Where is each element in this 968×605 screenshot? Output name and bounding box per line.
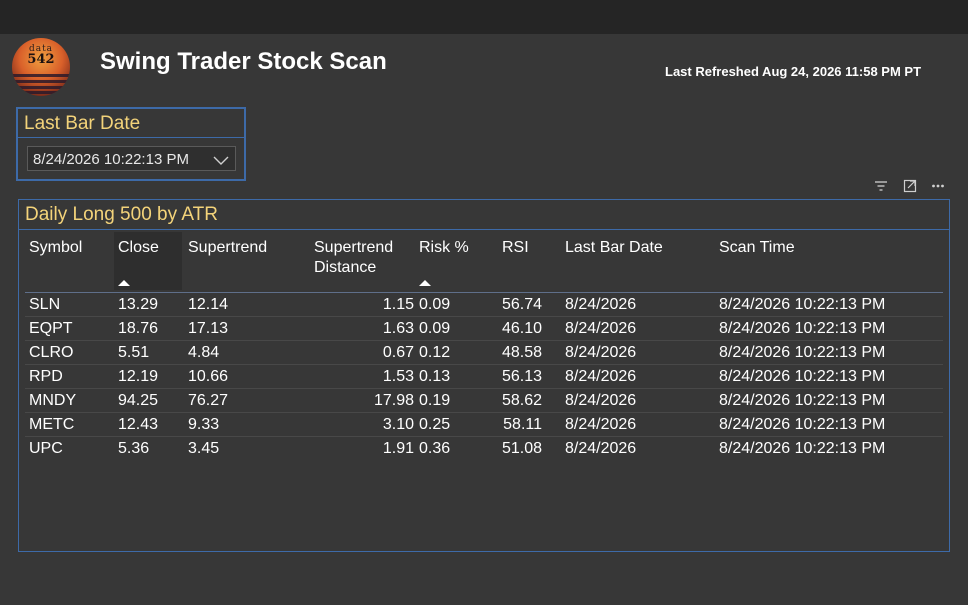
table-row: SLN 13.29 12.14 1.15 0.09 56.74 8/24/2026 8/24/… bbox=[25, 293, 943, 317]
page-title: Swing Trader Stock Scan bbox=[100, 48, 387, 75]
cell-close: 12.43 bbox=[118, 416, 159, 433]
cell-last-bar-date: 8/24/2026 bbox=[565, 296, 637, 313]
column-header-risk-percent[interactable]: Risk % bbox=[419, 238, 469, 258]
table-row: MNDY 94.25 76.27 17.98 0.19 58.62 8/24/2026 8/2… bbox=[25, 389, 943, 413]
visual-header-icons bbox=[874, 179, 946, 195]
cell-close: 18.76 bbox=[118, 320, 159, 337]
column-header-rsi[interactable]: RSI bbox=[502, 238, 529, 258]
cell-supertrend: 4.84 bbox=[188, 344, 220, 361]
table-row: UPC 5.36 3.45 1.91 0.36 51.08 8/24/2026 8/24/20… bbox=[25, 437, 943, 461]
cell-close: 13.29 bbox=[118, 296, 159, 313]
cell-rsi: 51.08 bbox=[501, 440, 542, 457]
data542-logo: data 542 bbox=[12, 38, 70, 96]
cell-supertrend: 12.14 bbox=[188, 296, 229, 313]
cell-close: 12.19 bbox=[118, 368, 159, 385]
column-header-symbol[interactable]: Symbol bbox=[29, 238, 82, 258]
cell-rsi: 46.10 bbox=[501, 320, 542, 337]
cell-supertrend: 17.13 bbox=[188, 320, 229, 337]
expand-icon[interactable] bbox=[903, 179, 917, 198]
column-header-scan-time[interactable]: Scan Time bbox=[719, 238, 795, 258]
cell-risk-percent: 0.09 bbox=[419, 320, 451, 337]
cell-symbol: SLN bbox=[29, 296, 61, 313]
cell-symbol: UPC bbox=[29, 440, 63, 457]
cell-rsi: 48.58 bbox=[501, 344, 542, 361]
table-row: CLRO 5.51 4.84 0.67 0.12 48.58 8/24/2026 8/24/2… bbox=[25, 341, 943, 365]
cell-rsi: 58.11 bbox=[503, 416, 542, 433]
filter-icon[interactable] bbox=[874, 179, 888, 198]
cell-supertrend: 76.27 bbox=[188, 392, 229, 409]
table-row: RPD 12.19 10.66 1.53 0.13 56.13 8/24/2026 8/24/… bbox=[25, 365, 943, 389]
cell-symbol: METC bbox=[29, 416, 75, 433]
cell-close: 5.36 bbox=[118, 440, 150, 457]
cell-risk-percent: 0.12 bbox=[419, 344, 451, 361]
cell-supertrend: 9.33 bbox=[188, 416, 220, 433]
cell-rsi: 58.62 bbox=[501, 392, 542, 409]
top-bar bbox=[0, 0, 968, 34]
table-title: Daily Long 500 by ATR bbox=[25, 204, 218, 225]
slicer-selected-value: 8/24/2026 10:22:13 PM bbox=[33, 151, 189, 168]
table-row: METC 12.43 9.33 3.10 0.25 58.11 8/24/2026 8/24/… bbox=[25, 413, 943, 437]
column-header-last-bar-date[interactable]: Last Bar Date bbox=[565, 238, 663, 258]
cell-scan-time: 8/24/2026 10:22:13 PM bbox=[719, 296, 886, 313]
logo-text-number: 542 bbox=[27, 52, 55, 67]
cell-last-bar-date: 8/24/2026 bbox=[565, 440, 637, 457]
cell-risk-percent: 0.19 bbox=[419, 392, 451, 409]
cell-scan-time: 8/24/2026 10:22:13 PM bbox=[719, 416, 886, 433]
cell-symbol: CLRO bbox=[29, 344, 74, 361]
cell-symbol: RPD bbox=[29, 368, 63, 385]
cell-last-bar-date: 8/24/2026 bbox=[565, 320, 637, 337]
cell-symbol: MNDY bbox=[29, 392, 77, 409]
slicer-dropdown[interactable]: 8/24/2026 10:22:13 PM bbox=[27, 146, 236, 171]
column-header-close[interactable]: Close bbox=[118, 238, 159, 258]
cell-supertrend-distance: 1.53 bbox=[382, 368, 414, 385]
sort-ascending-icon[interactable] bbox=[419, 280, 431, 286]
cell-last-bar-date: 8/24/2026 bbox=[565, 392, 637, 409]
cell-supertrend: 3.45 bbox=[188, 440, 220, 457]
cell-symbol: EQPT bbox=[29, 320, 73, 337]
chevron-down-icon[interactable] bbox=[213, 153, 229, 171]
cell-risk-percent: 0.25 bbox=[419, 416, 451, 433]
last-bar-date-slicer: Last Bar Date 8/24/2026 10:22:13 PM bbox=[16, 107, 246, 181]
slicer-title: Last Bar Date bbox=[24, 113, 141, 134]
cell-last-bar-date: 8/24/2026 bbox=[565, 416, 637, 433]
cell-supertrend-distance: 3.10 bbox=[382, 416, 414, 433]
cell-scan-time: 8/24/2026 10:22:13 PM bbox=[719, 320, 886, 337]
cell-close: 5.51 bbox=[118, 344, 150, 361]
cell-risk-percent: 0.13 bbox=[419, 368, 451, 385]
cell-supertrend: 10.66 bbox=[188, 368, 229, 385]
more-options-icon[interactable] bbox=[931, 179, 945, 198]
cell-risk-percent: 0.36 bbox=[419, 440, 451, 457]
cell-supertrend-distance: 1.15 bbox=[382, 296, 414, 313]
last-refreshed-label: Last Refreshed Aug 24, 2026 11:58 PM PT bbox=[665, 64, 922, 79]
cell-scan-time: 8/24/2026 10:22:13 PM bbox=[719, 344, 886, 361]
cell-scan-time: 8/24/2026 10:22:13 PM bbox=[719, 368, 886, 385]
cell-scan-time: 8/24/2026 10:22:13 PM bbox=[719, 392, 886, 409]
cell-supertrend-distance: 17.98 bbox=[373, 392, 414, 409]
sort-ascending-icon[interactable] bbox=[118, 280, 130, 286]
slicer-divider bbox=[18, 137, 244, 138]
cell-rsi: 56.74 bbox=[501, 296, 542, 313]
column-header-supertrend-distance[interactable]: Supertrend Distance bbox=[314, 238, 393, 278]
table-row: EQPT 18.76 17.13 1.63 0.09 46.10 8/24/2026 8/24… bbox=[25, 317, 943, 341]
column-header-supertrend[interactable]: Supertrend bbox=[188, 238, 267, 258]
cell-supertrend-distance: 0.67 bbox=[382, 344, 414, 361]
cell-supertrend-distance: 1.91 bbox=[382, 440, 414, 457]
cell-scan-time: 8/24/2026 10:22:13 PM bbox=[719, 440, 886, 457]
cell-last-bar-date: 8/24/2026 bbox=[565, 368, 637, 385]
cell-rsi: 56.13 bbox=[501, 368, 542, 385]
cell-last-bar-date: 8/24/2026 bbox=[565, 344, 637, 361]
cell-supertrend-distance: 1.63 bbox=[382, 320, 414, 337]
cell-close: 94.25 bbox=[118, 392, 159, 409]
table-title-divider bbox=[19, 229, 949, 230]
cell-risk-percent: 0.09 bbox=[419, 296, 451, 313]
